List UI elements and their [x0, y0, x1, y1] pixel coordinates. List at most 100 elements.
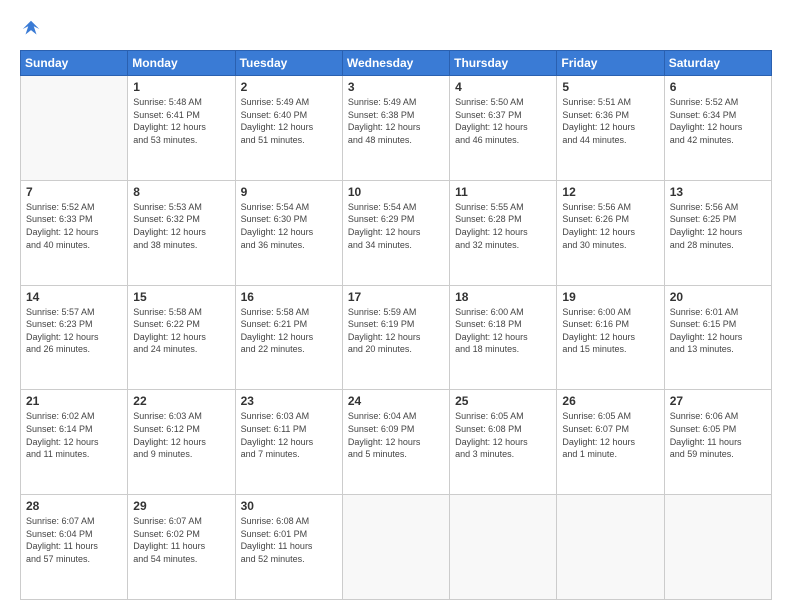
calendar-cell: 20 Sunrise: 6:01 AM Sunset: 6:15 PM Dayli…	[664, 285, 771, 390]
day-number: 30	[241, 499, 337, 513]
day-number: 5	[562, 80, 658, 94]
calendar-cell	[664, 495, 771, 600]
day-info: Sunrise: 6:08 AM Sunset: 6:01 PM Dayligh…	[241, 515, 337, 565]
day-number: 15	[133, 290, 229, 304]
calendar-cell: 23 Sunrise: 6:03 AM Sunset: 6:11 PM Dayli…	[235, 390, 342, 495]
day-number: 4	[455, 80, 551, 94]
calendar-cell: 6 Sunrise: 5:52 AM Sunset: 6:34 PM Daylig…	[664, 76, 771, 181]
day-number: 28	[26, 499, 122, 513]
calendar-cell: 11Sunrise: 5:55 AM Sunset: 6:28 PM Dayli…	[450, 180, 557, 285]
day-info: Sunrise: 5:59 AM Sunset: 6:19 PM Dayligh…	[348, 306, 444, 356]
calendar-cell: 25Sunrise: 6:05 AM Sunset: 6:08 PM Dayli…	[450, 390, 557, 495]
day-number: 26	[562, 394, 658, 408]
day-info: Sunrise: 6:01 AM Sunset: 6:15 PM Dayligh…	[670, 306, 766, 356]
day-info: Sunrise: 5:56 AM Sunset: 6:26 PM Dayligh…	[562, 201, 658, 251]
day-info: Sunrise: 5:54 AM Sunset: 6:29 PM Dayligh…	[348, 201, 444, 251]
day-number: 6	[670, 80, 766, 94]
day-number: 8	[133, 185, 229, 199]
day-number: 9	[241, 185, 337, 199]
day-number: 12	[562, 185, 658, 199]
calendar-cell: 22 Sunrise: 6:03 AM Sunset: 6:12 PM Dayli…	[128, 390, 235, 495]
day-info: Sunrise: 5:50 AM Sunset: 6:37 PM Dayligh…	[455, 96, 551, 146]
calendar-cell: 29 Sunrise: 6:07 AM Sunset: 6:02 PM Dayli…	[128, 495, 235, 600]
weekday-header-tuesday: Tuesday	[235, 51, 342, 76]
day-info: Sunrise: 6:02 AM Sunset: 6:14 PM Dayligh…	[26, 410, 122, 460]
day-info: Sunrise: 5:49 AM Sunset: 6:40 PM Dayligh…	[241, 96, 337, 146]
calendar-cell: 7 Sunrise: 5:52 AM Sunset: 6:33 PM Daylig…	[21, 180, 128, 285]
calendar-cell	[21, 76, 128, 181]
day-info: Sunrise: 5:48 AM Sunset: 6:41 PM Dayligh…	[133, 96, 229, 146]
calendar-week-1: 1 Sunrise: 5:48 AM Sunset: 6:41 PM Daylig…	[21, 76, 772, 181]
day-number: 27	[670, 394, 766, 408]
calendar-cell: 5 Sunrise: 5:51 AM Sunset: 6:36 PM Daylig…	[557, 76, 664, 181]
weekday-header-sunday: Sunday	[21, 51, 128, 76]
calendar-cell: 17 Sunrise: 5:59 AM Sunset: 6:19 PM Dayli…	[342, 285, 449, 390]
calendar-cell: 13Sunrise: 5:56 AM Sunset: 6:25 PM Dayli…	[664, 180, 771, 285]
weekday-header-row: SundayMondayTuesdayWednesdayThursdayFrid…	[21, 51, 772, 76]
day-number: 14	[26, 290, 122, 304]
weekday-header-wednesday: Wednesday	[342, 51, 449, 76]
day-number: 21	[26, 394, 122, 408]
day-number: 22	[133, 394, 229, 408]
header	[20, 18, 772, 40]
day-number: 2	[241, 80, 337, 94]
day-info: Sunrise: 5:54 AM Sunset: 6:30 PM Dayligh…	[241, 201, 337, 251]
day-info: Sunrise: 6:03 AM Sunset: 6:12 PM Dayligh…	[133, 410, 229, 460]
calendar-cell: 2 Sunrise: 5:49 AM Sunset: 6:40 PM Daylig…	[235, 76, 342, 181]
calendar-cell: 27 Sunrise: 6:06 AM Sunset: 6:05 PM Dayli…	[664, 390, 771, 495]
calendar-week-4: 21 Sunrise: 6:02 AM Sunset: 6:14 PM Dayli…	[21, 390, 772, 495]
calendar-cell: 8 Sunrise: 5:53 AM Sunset: 6:32 PM Daylig…	[128, 180, 235, 285]
day-info: Sunrise: 6:00 AM Sunset: 6:18 PM Dayligh…	[455, 306, 551, 356]
day-info: Sunrise: 5:49 AM Sunset: 6:38 PM Dayligh…	[348, 96, 444, 146]
day-info: Sunrise: 6:06 AM Sunset: 6:05 PM Dayligh…	[670, 410, 766, 460]
day-info: Sunrise: 5:52 AM Sunset: 6:34 PM Dayligh…	[670, 96, 766, 146]
day-info: Sunrise: 5:57 AM Sunset: 6:23 PM Dayligh…	[26, 306, 122, 356]
calendar-cell: 1 Sunrise: 5:48 AM Sunset: 6:41 PM Daylig…	[128, 76, 235, 181]
day-info: Sunrise: 5:52 AM Sunset: 6:33 PM Dayligh…	[26, 201, 122, 251]
weekday-header-saturday: Saturday	[664, 51, 771, 76]
day-number: 29	[133, 499, 229, 513]
calendar-week-3: 14 Sunrise: 5:57 AM Sunset: 6:23 PM Dayli…	[21, 285, 772, 390]
calendar-cell: 19 Sunrise: 6:00 AM Sunset: 6:16 PM Dayli…	[557, 285, 664, 390]
day-number: 19	[562, 290, 658, 304]
calendar-cell: 30 Sunrise: 6:08 AM Sunset: 6:01 PM Dayli…	[235, 495, 342, 600]
day-number: 1	[133, 80, 229, 94]
page: SundayMondayTuesdayWednesdayThursdayFrid…	[0, 0, 792, 612]
day-number: 24	[348, 394, 444, 408]
weekday-header-thursday: Thursday	[450, 51, 557, 76]
day-number: 23	[241, 394, 337, 408]
day-number: 10	[348, 185, 444, 199]
day-info: Sunrise: 6:00 AM Sunset: 6:16 PM Dayligh…	[562, 306, 658, 356]
day-info: Sunrise: 6:05 AM Sunset: 6:07 PM Dayligh…	[562, 410, 658, 460]
day-number: 17	[348, 290, 444, 304]
day-number: 7	[26, 185, 122, 199]
day-info: Sunrise: 5:53 AM Sunset: 6:32 PM Dayligh…	[133, 201, 229, 251]
day-number: 25	[455, 394, 551, 408]
day-info: Sunrise: 6:03 AM Sunset: 6:11 PM Dayligh…	[241, 410, 337, 460]
calendar-week-5: 28 Sunrise: 6:07 AM Sunset: 6:04 PM Dayli…	[21, 495, 772, 600]
calendar-cell: 21 Sunrise: 6:02 AM Sunset: 6:14 PM Dayli…	[21, 390, 128, 495]
logo-icon	[20, 18, 42, 40]
weekday-header-monday: Monday	[128, 51, 235, 76]
calendar-cell: 9 Sunrise: 5:54 AM Sunset: 6:30 PM Daylig…	[235, 180, 342, 285]
day-info: Sunrise: 6:07 AM Sunset: 6:02 PM Dayligh…	[133, 515, 229, 565]
calendar-cell: 26 Sunrise: 6:05 AM Sunset: 6:07 PM Dayli…	[557, 390, 664, 495]
day-number: 3	[348, 80, 444, 94]
day-info: Sunrise: 5:51 AM Sunset: 6:36 PM Dayligh…	[562, 96, 658, 146]
calendar-cell: 12 Sunrise: 5:56 AM Sunset: 6:26 PM Dayli…	[557, 180, 664, 285]
day-info: Sunrise: 5:55 AM Sunset: 6:28 PM Dayligh…	[455, 201, 551, 251]
day-info: Sunrise: 6:07 AM Sunset: 6:04 PM Dayligh…	[26, 515, 122, 565]
day-number: 13	[670, 185, 766, 199]
calendar-cell	[342, 495, 449, 600]
day-number: 18	[455, 290, 551, 304]
calendar-week-2: 7 Sunrise: 5:52 AM Sunset: 6:33 PM Daylig…	[21, 180, 772, 285]
calendar-cell: 3 Sunrise: 5:49 AM Sunset: 6:38 PM Daylig…	[342, 76, 449, 181]
day-number: 20	[670, 290, 766, 304]
weekday-header-friday: Friday	[557, 51, 664, 76]
calendar-cell: 4 Sunrise: 5:50 AM Sunset: 6:37 PM Daylig…	[450, 76, 557, 181]
calendar-cell: 24Sunrise: 6:04 AM Sunset: 6:09 PM Dayli…	[342, 390, 449, 495]
calendar-cell: 15Sunrise: 5:58 AM Sunset: 6:22 PM Dayli…	[128, 285, 235, 390]
logo	[20, 18, 44, 40]
day-info: Sunrise: 5:58 AM Sunset: 6:21 PM Dayligh…	[241, 306, 337, 356]
day-number: 16	[241, 290, 337, 304]
